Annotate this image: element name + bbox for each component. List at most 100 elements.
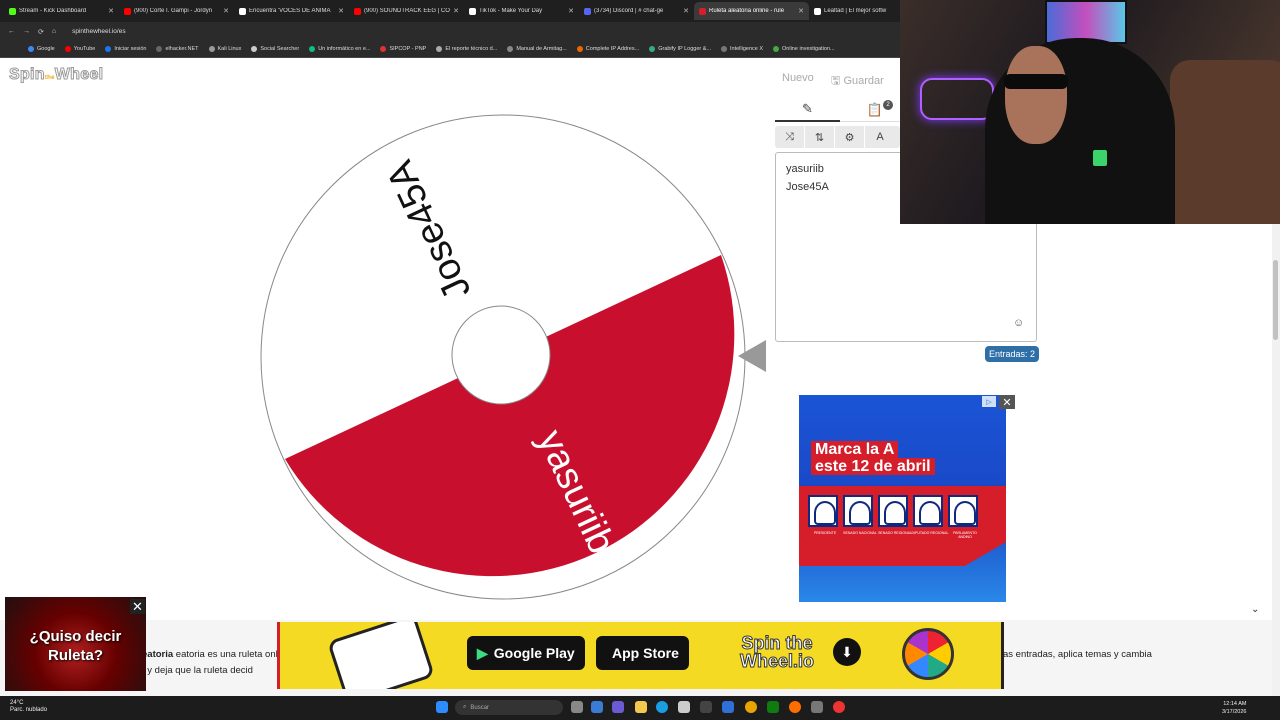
bookmark-item[interactable]: Iniciar sesión bbox=[105, 46, 146, 52]
chrome-icon[interactable] bbox=[745, 701, 757, 713]
close-icon[interactable]: ✕ bbox=[568, 7, 574, 15]
description-text: eatoria eatoria es una ruleta online y bbox=[142, 649, 298, 660]
entries-count-badge: Entradas: 2 bbox=[985, 346, 1040, 362]
search-icon: ⌕ bbox=[463, 704, 467, 710]
bookmark-icon bbox=[507, 46, 514, 52]
reload-icon[interactable]: ⟳ bbox=[38, 28, 44, 36]
task-view-icon[interactable] bbox=[571, 701, 583, 713]
store-icon[interactable] bbox=[678, 701, 690, 713]
taskbar-clock[interactable]: 12:14 AM 3/17/2026 bbox=[1222, 700, 1246, 716]
save-button[interactable]: 🖫 Guardar bbox=[831, 72, 884, 91]
bookmark-item[interactable]: YouTube bbox=[64, 46, 95, 52]
more-button[interactable]: A bbox=[865, 126, 895, 148]
tab-entries[interactable]: ✎ bbox=[775, 98, 840, 122]
bookmark-icon bbox=[105, 46, 112, 52]
bookmark-item[interactable]: elhacker.NET bbox=[156, 46, 199, 52]
suggestion-popup[interactable]: ¿Quiso decir Ruleta? bbox=[5, 597, 146, 691]
results-count-badge: 2 bbox=[883, 100, 893, 110]
ad-banner-vote[interactable]: Marca la Aeste 12 de abril PRESIDENTE SE… bbox=[799, 395, 1006, 602]
settings-button[interactable]: ⚙ bbox=[835, 126, 865, 148]
close-icon[interactable]: ✕ bbox=[108, 7, 114, 15]
bookmark-item[interactable]: Un informático en e... bbox=[309, 46, 370, 52]
scrollbar-thumb[interactable] bbox=[1273, 260, 1278, 340]
forward-icon[interactable]: → bbox=[23, 28, 30, 35]
bookmark-icon bbox=[436, 46, 443, 52]
ballot-box: SENADO REGIONAL bbox=[878, 495, 912, 535]
site-logo[interactable]: SpintheWheel bbox=[9, 66, 104, 84]
spin-wheel[interactable]: Jose45A yasuriib bbox=[258, 112, 748, 602]
pencil-icon: ✎ bbox=[802, 101, 813, 116]
ad-line2: este 12 de abril bbox=[811, 458, 935, 475]
file-explorer-icon[interactable] bbox=[635, 701, 647, 713]
app-icon[interactable] bbox=[700, 701, 712, 713]
bookmark-icon bbox=[380, 46, 387, 52]
bookmark-item[interactable]: Google bbox=[28, 46, 55, 52]
bookmark-item[interactable]: Kali Linux bbox=[208, 46, 241, 52]
bookmark-item[interactable]: Social Searcher bbox=[251, 46, 299, 52]
bookmark-icon bbox=[28, 46, 34, 52]
browser-tab[interactable]: (900) Corte I. Gampi - Jordyn ✕ bbox=[119, 2, 234, 20]
new-button[interactable]: Nuevo bbox=[782, 72, 814, 84]
teams-icon[interactable] bbox=[612, 701, 624, 713]
ballot-box: PARLAMENTO ANDINO bbox=[948, 495, 978, 539]
bookmark-icon bbox=[649, 46, 656, 52]
close-icon[interactable]: ✕ bbox=[453, 7, 459, 15]
app-icon-2[interactable] bbox=[811, 701, 823, 713]
app-store-button[interactable]: App Store bbox=[596, 636, 689, 670]
bookmark-icon bbox=[208, 46, 215, 52]
close-icon[interactable]: ✕ bbox=[130, 599, 145, 614]
bookmark-icon bbox=[64, 46, 71, 52]
tab-favicon-icon bbox=[9, 7, 16, 15]
gear-icon: ⚙ bbox=[844, 131, 855, 144]
xbox-icon[interactable] bbox=[767, 701, 779, 713]
bookmark-icon bbox=[773, 46, 780, 52]
bookmark-item[interactable]: Complete IP Addres... bbox=[576, 46, 639, 52]
chevron-down-icon[interactable]: ⌄ bbox=[1251, 604, 1259, 615]
close-icon[interactable]: ✕ bbox=[683, 7, 689, 15]
browser-tab[interactable]: TikTok - Make Your Day ✕ bbox=[464, 2, 579, 20]
tab-favicon-icon bbox=[469, 7, 476, 15]
close-icon[interactable]: ✕ bbox=[798, 7, 804, 15]
entries-toolbar: ⤨ ⇅ ⚙ A bbox=[775, 126, 900, 148]
browser-tab[interactable]: Stream - Kick Dashboard ✕ bbox=[4, 2, 119, 20]
app-download-banner[interactable]: ▶ Google Play App Store Spin the Wheel.io … bbox=[277, 622, 1004, 689]
emoji-icon[interactable]: ☺ bbox=[1013, 317, 1024, 329]
ad-info-icon[interactable]: ▷ bbox=[982, 396, 996, 407]
google-play-button[interactable]: ▶ Google Play bbox=[467, 636, 585, 670]
url-text[interactable]: spinthewheel.io/es bbox=[72, 28, 125, 35]
weather-widget[interactable]: 24°C Parc. nublado bbox=[10, 700, 47, 714]
spinthewheel-logo: Spin the Wheel.io bbox=[739, 633, 815, 671]
bookmark-item[interactable]: Manual de Armitag... bbox=[507, 46, 567, 52]
windows-start-icon[interactable] bbox=[436, 701, 448, 713]
bookmark-item[interactable]: Intelligence X bbox=[721, 46, 763, 52]
tab-favicon-icon bbox=[699, 7, 706, 15]
bookmark-icon bbox=[309, 46, 316, 52]
edge-icon[interactable] bbox=[656, 701, 668, 713]
copilot-icon[interactable] bbox=[591, 701, 603, 713]
clipboard-icon: 📋 bbox=[866, 102, 884, 117]
back-icon[interactable]: ← bbox=[8, 28, 15, 35]
browser-tab[interactable]: Encuentra 'VOCES DE ANIMA ✕ bbox=[234, 2, 349, 20]
close-icon[interactable]: ✕ bbox=[223, 7, 229, 15]
vscode-icon[interactable] bbox=[722, 701, 734, 713]
tab-favicon-icon bbox=[584, 7, 591, 15]
download-icon: ⬇ bbox=[833, 638, 861, 666]
browser-tab[interactable]: Ruleta aleatoria online - rule ✕ bbox=[694, 2, 809, 20]
bookmark-item[interactable]: Grabify IP Logger &... bbox=[649, 46, 711, 52]
ad-ballot-band: PRESIDENTE SENADO NACIONAL SENADO REGION… bbox=[799, 486, 1006, 566]
wheel-center[interactable] bbox=[451, 305, 551, 405]
browser-tab[interactable]: (900) SOUNDTRACK EEG | CO ✕ bbox=[349, 2, 464, 20]
home-icon[interactable]: ⌂ bbox=[52, 28, 56, 35]
ad-close-icon[interactable]: ✕ bbox=[999, 395, 1015, 409]
bookmark-item[interactable]: SIPCOP - PNP bbox=[380, 46, 426, 52]
app-icon-3[interactable] bbox=[833, 701, 845, 713]
firefox-icon[interactable] bbox=[789, 701, 801, 713]
bookmark-icon bbox=[576, 46, 583, 52]
taskbar-search[interactable]: ⌕ Buscar bbox=[455, 700, 563, 715]
browser-tab[interactable]: (3734) Discord | # chat-ge ✕ bbox=[579, 2, 694, 20]
shuffle-button[interactable]: ⤨ bbox=[775, 126, 805, 148]
sort-button[interactable]: ⇅ bbox=[805, 126, 835, 148]
close-icon[interactable]: ✕ bbox=[338, 7, 344, 15]
bookmark-item[interactable]: El reporte técnico d... bbox=[436, 46, 497, 52]
bookmark-item[interactable]: Online investigation... bbox=[773, 46, 835, 52]
